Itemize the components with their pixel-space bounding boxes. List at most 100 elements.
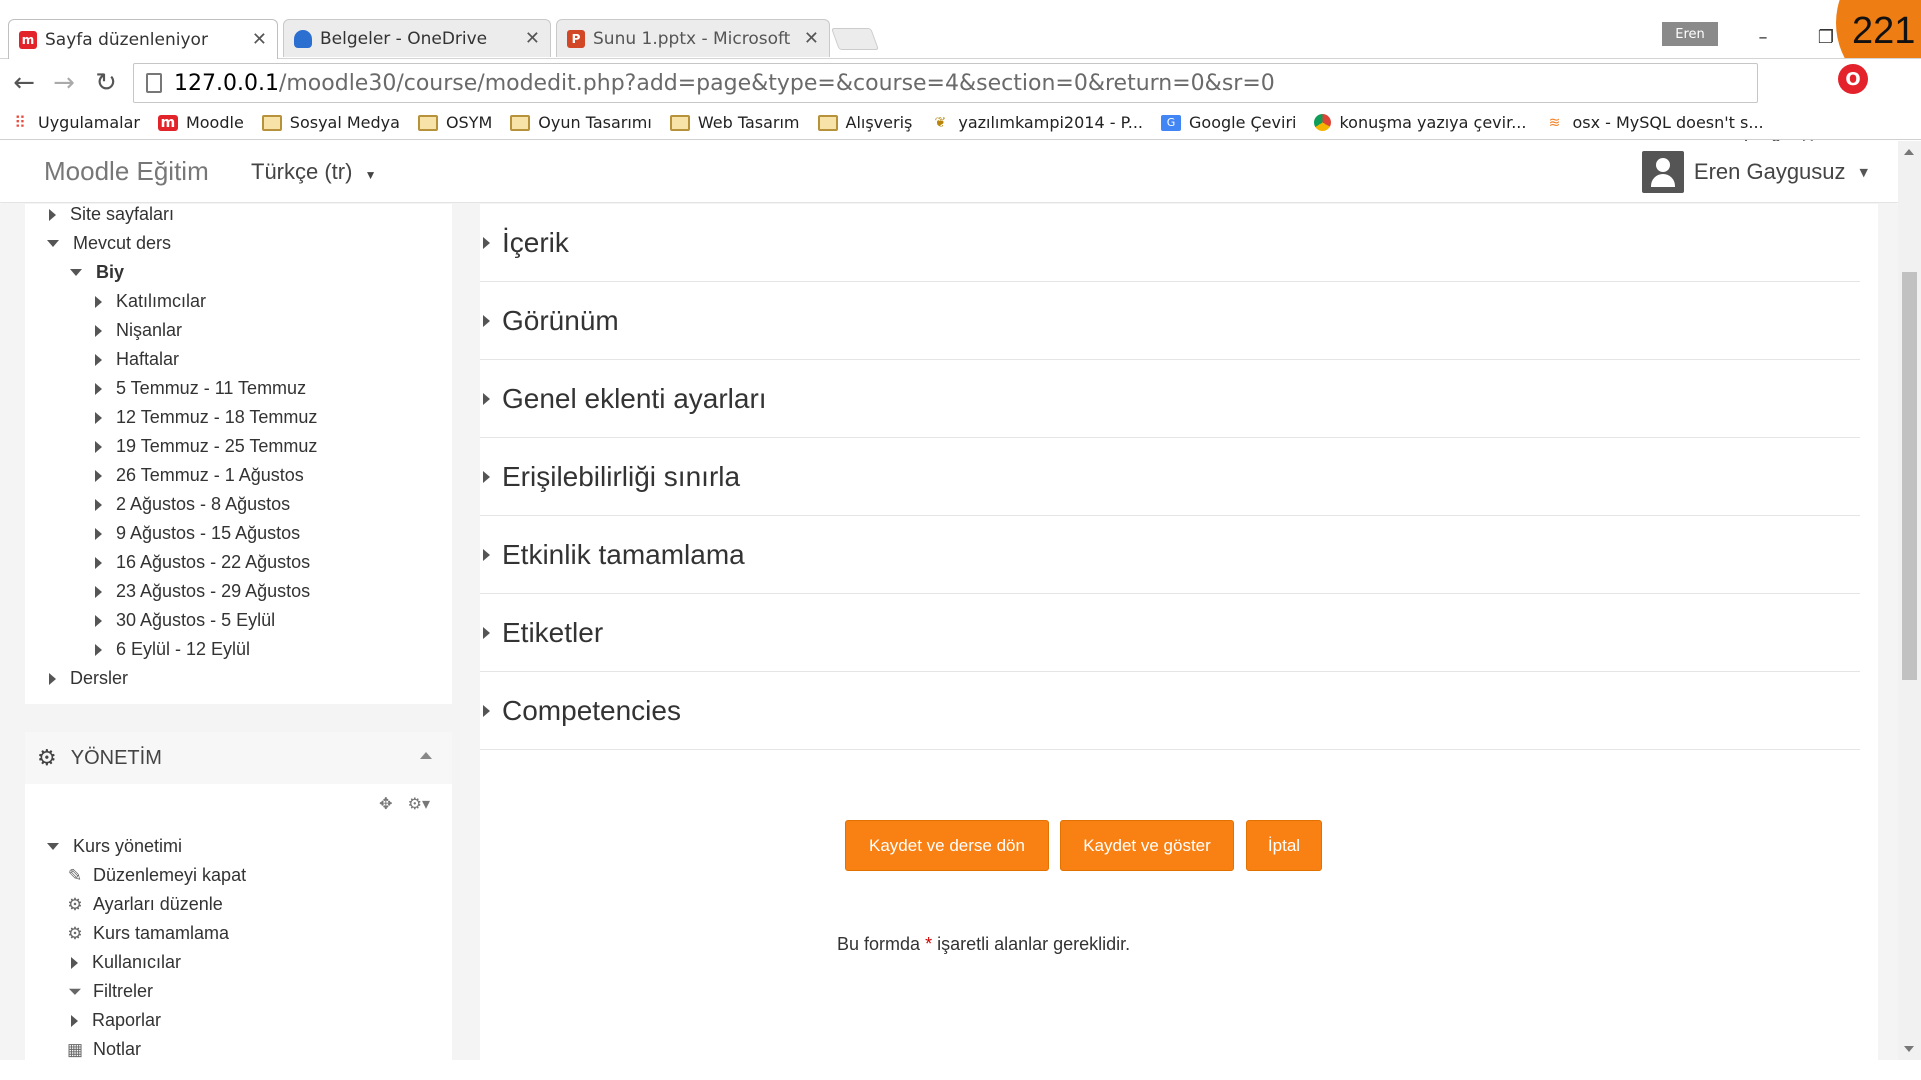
collapse-arrow-icon: [70, 269, 82, 276]
nav-item-week[interactable]: 26 Temmuz - 1 Ağustos: [95, 465, 304, 486]
scroll-thumb[interactable]: [1902, 272, 1917, 680]
tab-sayfa-duzenleniyor[interactable]: m Sayfa düzenleniyor ✕: [8, 19, 278, 59]
admin-item-edit-settings[interactable]: ⚙ Ayarları düzenle: [65, 894, 222, 915]
minimize-icon[interactable]: –: [1743, 22, 1783, 52]
nav-item-week[interactable]: 30 Ağustos - 5 Eylül: [95, 610, 275, 631]
tab-onedrive[interactable]: Belgeler - OneDrive ✕: [283, 19, 551, 57]
page-content: Site sayfaları Mevcut ders Biy Katılımcı…: [0, 204, 1898, 1060]
expand-arrow-icon: [95, 295, 102, 308]
expand-arrow-icon: [483, 470, 490, 483]
gears-icon: ⚙: [37, 745, 57, 771]
reload-icon[interactable]: ↻: [88, 67, 124, 99]
navigation-block: Site sayfaları Mevcut ders Biy Katılımcı…: [25, 204, 452, 704]
bookmark-uygulamalar[interactable]: ⠿ Uygulamalar: [10, 113, 140, 132]
bookmark-konusma[interactable]: konuşma yazıya çevir...: [1314, 113, 1526, 132]
close-icon[interactable]: ✕: [804, 28, 819, 49]
nav-item-participants[interactable]: Katılımcılar: [95, 291, 206, 312]
nav-item-current-course[interactable]: Mevcut ders: [47, 233, 171, 254]
bookmark-osym[interactable]: OSYM: [417, 113, 492, 132]
site-brand[interactable]: Moodle Eğitim: [44, 156, 209, 187]
section-content[interactable]: İçerik: [480, 204, 1878, 282]
expand-arrow-icon: [95, 440, 102, 453]
admin-item-users[interactable]: Kullanıcılar: [71, 952, 181, 973]
expand-arrow-icon: [483, 236, 490, 249]
new-tab-button[interactable]: [830, 28, 880, 50]
table-icon: ▦: [66, 1039, 84, 1059]
nav-item-week[interactable]: 9 Ağustos - 15 Ağustos: [95, 523, 300, 544]
section-label: Competencies: [502, 694, 681, 726]
tab-powerpoint[interactable]: P Sunu 1.pptx - Microsoft P... ✕: [556, 19, 830, 57]
admin-item-turn-editing-off[interactable]: ✎ Düzenlemeyi kapat: [65, 865, 246, 886]
section-common-module-settings[interactable]: Genel eklenti ayarları: [480, 360, 1878, 438]
nav-item-course-biy[interactable]: Biy: [70, 262, 124, 283]
nav-item-weeks[interactable]: Haftalar: [95, 349, 179, 370]
expand-arrow-icon: [95, 469, 102, 482]
folder-icon: [817, 114, 838, 131]
scroll-up-icon[interactable]: [1904, 149, 1914, 155]
admin-item-course-completion[interactable]: ⚙ Kurs tamamlama: [65, 923, 229, 944]
gear-menu-icon[interactable]: ⚙▾: [408, 794, 430, 813]
browser-toolbar: ← → ↻ 127.0.0.1/moodle30/course/modedit.…: [0, 58, 1921, 150]
language-menu[interactable]: Türkçe (tr) ▼: [251, 159, 376, 185]
nav-item-courses[interactable]: Dersler: [49, 668, 128, 689]
section-activity-completion[interactable]: Etkinlik tamamlama: [480, 516, 1878, 594]
gear-icon: ⚙: [67, 894, 83, 914]
required-star: *: [925, 934, 933, 954]
expand-arrow-icon: [95, 411, 102, 424]
bookmark-yazilimkampi[interactable]: ❦ yazılımkampi2014 - P...: [930, 113, 1143, 132]
section-tags[interactable]: Etiketler: [480, 594, 1878, 672]
nav-item-week[interactable]: 6 Eylül - 12 Eylül: [95, 639, 250, 660]
user-name: Eren Gaygusuz: [1693, 159, 1846, 184]
save-and-return-button[interactable]: Kaydet ve derse dön: [845, 820, 1049, 871]
scroll-down-icon[interactable]: [1904, 1046, 1914, 1052]
bookmark-moodle[interactable]: m Moodle: [157, 113, 244, 132]
bookmark-stackoverflow[interactable]: ≋ osx - MySQL doesn't s...: [1544, 113, 1764, 132]
section-appearance[interactable]: Görünüm: [480, 282, 1878, 360]
address-bar[interactable]: 127.0.0.1/moodle30/course/modedit.php?ad…: [133, 63, 1758, 103]
powerpoint-icon: P: [567, 29, 585, 48]
forward-arrow-icon[interactable]: →: [46, 67, 82, 99]
profile-badge[interactable]: Eren: [1662, 22, 1718, 46]
page-scrollbar[interactable]: [1898, 141, 1921, 1060]
bookmark-sosyal-medya[interactable]: Sosyal Medya: [261, 113, 400, 132]
nav-item-week[interactable]: 5 Temmuz - 11 Temmuz: [95, 378, 306, 399]
move-icon[interactable]: ✥: [379, 794, 392, 813]
opera-extension-icon[interactable]: O: [1838, 64, 1868, 94]
nav-item-week[interactable]: 19 Temmuz - 25 Temmuz: [95, 436, 317, 457]
back-arrow-icon[interactable]: ←: [6, 67, 42, 99]
stackoverflow-icon: ≋: [1548, 114, 1561, 131]
section-restrict-access[interactable]: Erişilebilirliği sınırla: [480, 438, 1878, 516]
section-label: Görünüm: [502, 304, 619, 336]
admin-item-reports[interactable]: Raporlar: [71, 1010, 161, 1031]
close-icon[interactable]: ✕: [252, 29, 267, 50]
collapse-icon[interactable]: [420, 752, 432, 759]
page-icon: [146, 73, 162, 93]
nav-item-badges[interactable]: Nişanlar: [95, 320, 182, 341]
admin-item-grades[interactable]: ▦ Notlar: [65, 1039, 141, 1060]
save-and-display-button[interactable]: Kaydet ve göster: [1060, 820, 1234, 871]
bottom-edge: [0, 1060, 1921, 1080]
tab-title: Sayfa düzenleniyor: [45, 29, 208, 50]
main-form: İçerik Görünüm Genel eklenti ayarları Er…: [480, 204, 1878, 1060]
nav-item-week[interactable]: 12 Temmuz - 18 Temmuz: [95, 407, 317, 428]
nav-item-site-pages[interactable]: Site sayfaları: [49, 204, 174, 225]
folder-icon: [261, 114, 282, 131]
cancel-button[interactable]: İptal: [1246, 820, 1322, 871]
admin-item-filters[interactable]: ⏷ Filtreler: [65, 981, 153, 1002]
filter-icon: ⏷: [68, 981, 82, 1001]
nav-item-week[interactable]: 16 Ağustos - 22 Ağustos: [95, 552, 310, 573]
tab-title: Sunu 1.pptx - Microsoft P...: [593, 28, 796, 49]
section-competencies[interactable]: Competencies: [480, 672, 1878, 750]
admin-item-course-admin[interactable]: Kurs yönetimi: [47, 836, 182, 857]
bookmark-oyun-tasarimi[interactable]: Oyun Tasarımı: [510, 113, 652, 132]
bookmark-google-ceviri[interactable]: G Google Çeviri: [1161, 113, 1296, 132]
bookmark-alisveris[interactable]: Alışveriş: [817, 113, 912, 132]
user-menu[interactable]: Eren Gaygusuz ▼: [1641, 151, 1868, 193]
moodle-icon: m: [19, 30, 37, 49]
folder-icon: [510, 114, 531, 131]
nav-item-week[interactable]: 2 Ağustos - 8 Ağustos: [95, 494, 290, 515]
close-icon[interactable]: ✕: [525, 28, 540, 49]
nav-item-week[interactable]: 23 Ağustos - 29 Ağustos: [95, 581, 310, 602]
bookmark-web-tasarim[interactable]: Web Tasarım: [669, 113, 800, 132]
admin-block-header[interactable]: ⚙ YÖNETİM: [25, 732, 452, 784]
